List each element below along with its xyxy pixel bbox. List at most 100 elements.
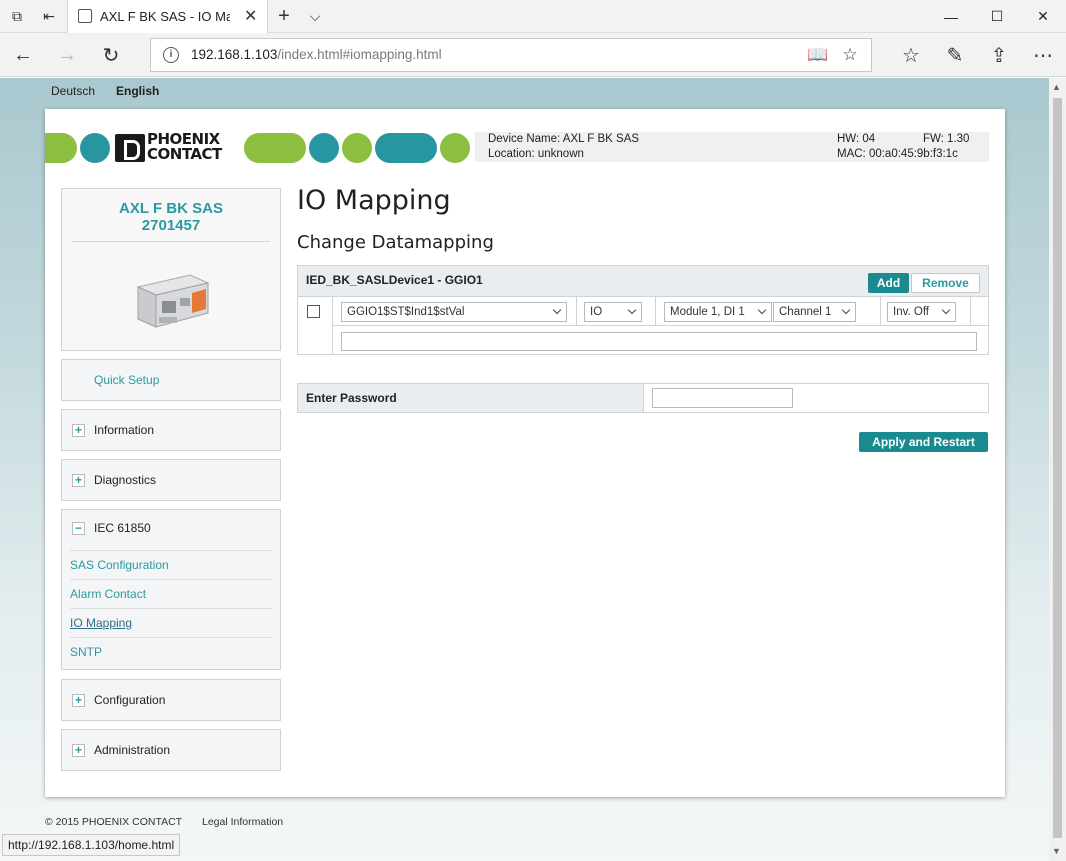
device-location-text: Location: unknown bbox=[488, 148, 584, 160]
module-select[interactable]: Module 1, DI 1 bbox=[664, 302, 772, 322]
divider bbox=[72, 241, 270, 242]
legal-information-link[interactable]: Legal Information bbox=[202, 816, 283, 828]
invert-select[interactable]: Inv. Off bbox=[887, 302, 956, 322]
menu-diagnostics[interactable]: + Diagnostics bbox=[61, 459, 281, 501]
share-icon[interactable]: ⇪ bbox=[984, 40, 1014, 70]
copyright-text: © 2015 PHOENIX CONTACT bbox=[45, 816, 183, 828]
language-english-link[interactable]: English bbox=[116, 84, 159, 98]
menu-iec-61850: − IEC 61850 SAS Configuration Alarm Cont… bbox=[61, 509, 281, 670]
header-teal-dot bbox=[375, 133, 437, 163]
browser-tab-active[interactable]: AXL F BK SAS - IO Mapp ✕ bbox=[67, 0, 268, 33]
divider bbox=[880, 297, 881, 325]
expand-plus-icon[interactable]: + bbox=[72, 474, 85, 487]
reading-view-icon[interactable]: 📖 bbox=[806, 43, 830, 67]
scrollbar-thumb[interactable] bbox=[1053, 98, 1062, 838]
device-order-number: 2701457 bbox=[141, 217, 201, 234]
submenu-alarm-contact[interactable]: Alarm Contact bbox=[70, 579, 272, 608]
divider bbox=[655, 297, 656, 325]
header-teal-dot bbox=[309, 133, 339, 163]
favorite-star-icon[interactable]: ☆ bbox=[838, 43, 862, 67]
header-teal-dot bbox=[80, 133, 110, 163]
submenu-sntp[interactable]: SNTP bbox=[70, 637, 272, 666]
mapping-table-header: IED_BK_SASLDevice1 - GGIO1 Add Remove bbox=[298, 266, 988, 297]
expand-plus-icon[interactable]: + bbox=[72, 424, 85, 437]
main-panel: PHOENIX CONTACT Device Name: AXL F BK SA… bbox=[45, 109, 1005, 797]
submenu-sas-configuration[interactable]: SAS Configuration bbox=[70, 550, 272, 579]
device-image bbox=[136, 274, 210, 328]
row-select-checkbox[interactable] bbox=[307, 305, 320, 318]
browser-navbar: ← → ↻ i 192.168.1.103/index.html#iomappi… bbox=[0, 33, 1066, 77]
password-row: Enter Password bbox=[297, 383, 989, 413]
menu-administration[interactable]: + Administration bbox=[61, 729, 281, 771]
header-green-dot bbox=[45, 133, 77, 163]
password-field[interactable] bbox=[652, 388, 793, 408]
mapping-text-field[interactable] bbox=[341, 332, 977, 351]
expand-plus-icon[interactable]: + bbox=[72, 694, 85, 707]
hw-version-text: HW: 04 bbox=[837, 133, 876, 145]
device-info-bar: Device Name: AXL F BK SAS Location: unkn… bbox=[475, 132, 989, 162]
page-title: IO Mapping bbox=[297, 185, 451, 216]
minimize-icon[interactable]: — bbox=[928, 0, 974, 33]
maximize-icon[interactable]: ☐ bbox=[974, 0, 1020, 33]
back-arrow-icon[interactable]: ← bbox=[8, 40, 38, 70]
divider bbox=[332, 325, 988, 326]
web-note-pen-icon[interactable]: ✎ bbox=[940, 40, 970, 70]
menu-label-iec-61850[interactable]: IEC 61850 bbox=[94, 521, 151, 535]
status-bar-url: http://192.168.1.103/home.html bbox=[2, 834, 181, 856]
apply-and-restart-button[interactable]: Apply and Restart bbox=[859, 432, 988, 452]
menu-label-configuration[interactable]: Configuration bbox=[94, 693, 165, 707]
device-card: AXL F BK SAS 2701457 bbox=[61, 188, 281, 351]
favorites-hub-icon[interactable]: ☆ bbox=[896, 40, 926, 70]
divider bbox=[576, 297, 577, 325]
device-name-text: Device Name: AXL F BK SAS bbox=[488, 133, 640, 145]
submenu-io-mapping[interactable]: IO Mapping bbox=[70, 608, 272, 637]
collapse-minus-icon[interactable]: − bbox=[72, 522, 85, 535]
mapping-table: IED_BK_SASLDevice1 - GGIO1 Add Remove GG… bbox=[297, 265, 989, 355]
page-favicon-icon bbox=[78, 9, 92, 23]
language-deutsch-link[interactable]: Deutsch bbox=[51, 84, 95, 98]
browser-titlebar: ⧉ ⇤ AXL F BK SAS - IO Mapp ✕ + ⌵ — ☐ ✕ bbox=[0, 0, 1066, 33]
expand-plus-icon[interactable]: + bbox=[72, 744, 85, 757]
device-title: AXL F BK SAS bbox=[119, 200, 223, 217]
close-window-icon[interactable]: ✕ bbox=[1020, 0, 1066, 33]
scroll-down-icon[interactable]: ▼ bbox=[1052, 846, 1061, 856]
info-icon[interactable]: i bbox=[163, 47, 179, 63]
set-tabs-aside-icon[interactable]: ⇤ bbox=[37, 5, 61, 27]
phoenix-logo-mark-icon bbox=[115, 134, 145, 162]
more-menu-icon[interactable]: ⋯ bbox=[1028, 40, 1058, 70]
signal-select[interactable]: GGIO1$ST$Ind1$stVal bbox=[341, 302, 567, 322]
add-button[interactable]: Add bbox=[868, 273, 909, 293]
new-tab-icon[interactable]: + bbox=[272, 5, 296, 27]
password-label: Enter Password bbox=[298, 384, 644, 412]
menu-quick-setup[interactable]: Quick Setup bbox=[61, 359, 281, 401]
phoenix-contact-logo: PHOENIX CONTACT bbox=[115, 132, 239, 164]
divider bbox=[970, 297, 971, 325]
menu-label-administration[interactable]: Administration bbox=[94, 743, 170, 757]
menu-information[interactable]: + Information bbox=[61, 409, 281, 451]
mac-address-text: MAC: 00:a0:45:9b:f3:1c bbox=[837, 148, 958, 160]
refresh-icon[interactable]: ↻ bbox=[96, 40, 126, 70]
header-green-dot bbox=[244, 133, 306, 163]
header-green-dot bbox=[342, 133, 372, 163]
tab-close-icon[interactable]: ✕ bbox=[244, 6, 257, 26]
quick-setup-link[interactable]: Quick Setup bbox=[94, 373, 159, 387]
page-viewport: Deutsch English PHOENIX CONTACT Device N… bbox=[0, 78, 1049, 861]
header-green-dot bbox=[440, 133, 470, 163]
tab-title: AXL F BK SAS - IO Mapp bbox=[100, 9, 230, 24]
type-select[interactable]: IO bbox=[584, 302, 642, 322]
scroll-up-icon[interactable]: ▲ bbox=[1052, 82, 1061, 92]
vertical-scrollbar[interactable]: ▲ ▼ bbox=[1049, 78, 1066, 861]
section-title: Change Datamapping bbox=[297, 232, 494, 253]
chevron-down-icon[interactable]: ⌵ bbox=[303, 5, 327, 27]
tab-manager-icon[interactable]: ⧉ bbox=[5, 5, 29, 27]
menu-label-diagnostics[interactable]: Diagnostics bbox=[94, 473, 156, 487]
address-bar[interactable]: i 192.168.1.103/index.html#iomapping.htm… bbox=[150, 38, 872, 72]
channel-select[interactable]: Channel 1 bbox=[773, 302, 856, 322]
fw-version-text: FW: 1.30 bbox=[923, 133, 970, 145]
menu-label-information[interactable]: Information bbox=[94, 423, 154, 437]
menu-configuration[interactable]: + Configuration bbox=[61, 679, 281, 721]
remove-button[interactable]: Remove bbox=[911, 273, 980, 293]
address-url[interactable]: 192.168.1.103/index.html#iomapping.html bbox=[191, 47, 442, 62]
forward-arrow-icon[interactable]: → bbox=[52, 40, 82, 70]
mapping-table-title: IED_BK_SASLDevice1 - GGIO1 bbox=[306, 273, 483, 287]
